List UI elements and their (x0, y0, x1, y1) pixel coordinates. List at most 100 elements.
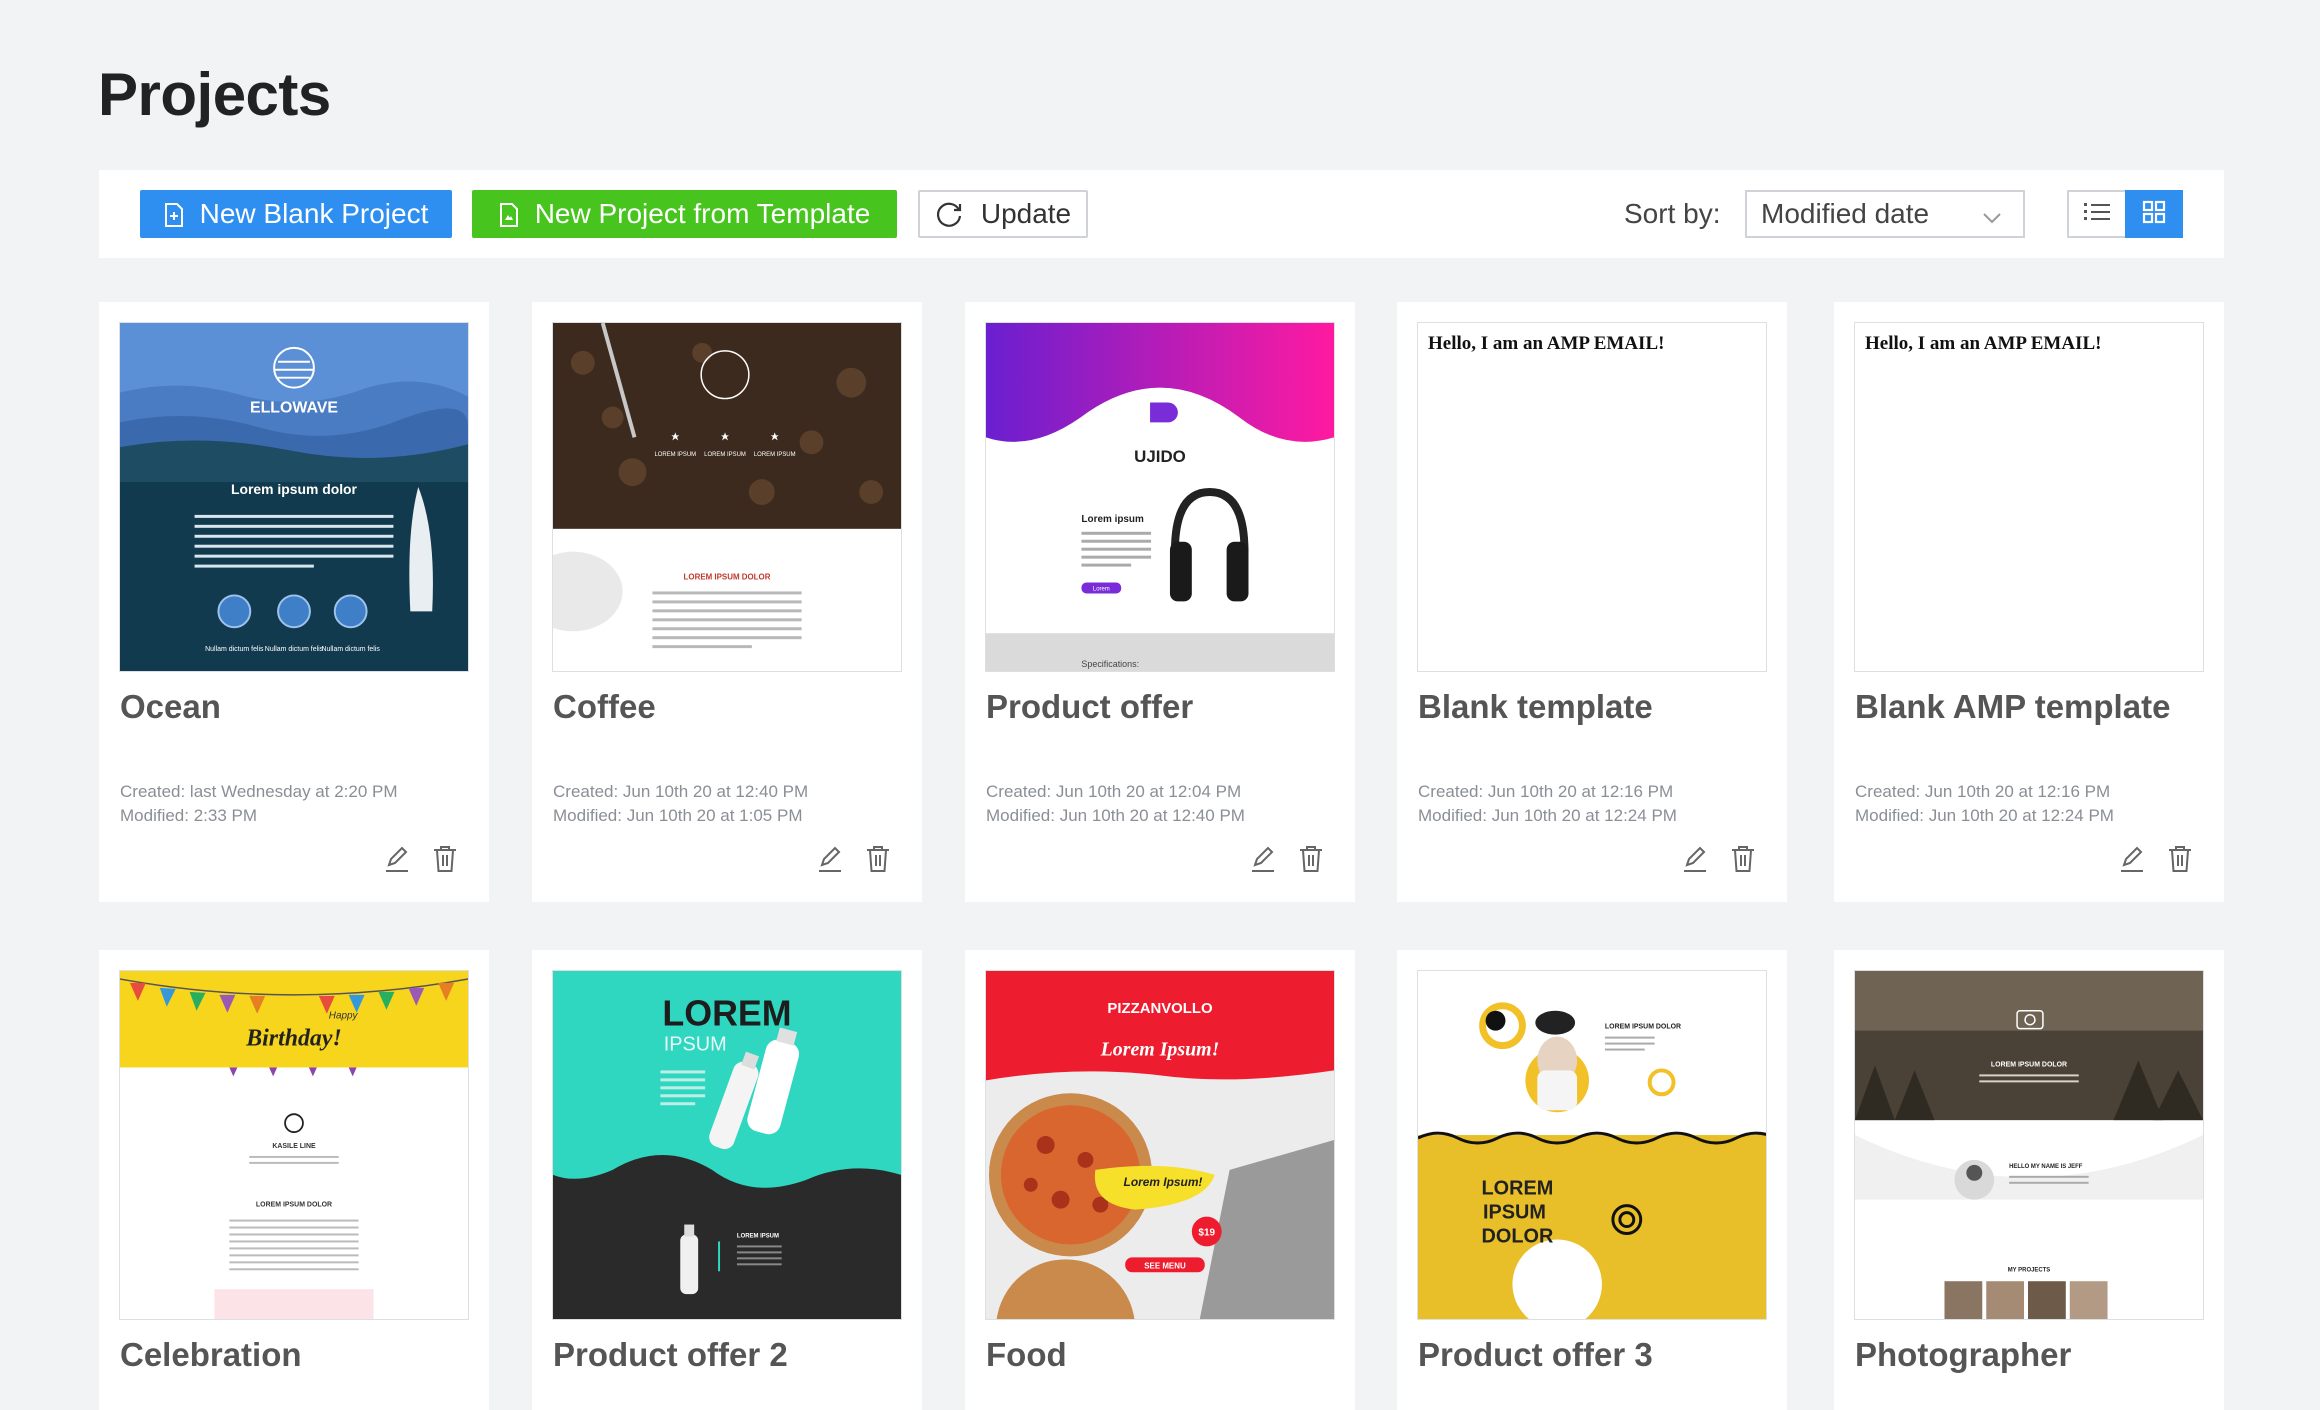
edit-icon[interactable] (1681, 844, 1709, 874)
grid-icon (2142, 200, 2166, 229)
created-date: Created: Jun 10th 20 at 12:16 PM (1855, 782, 2111, 801)
modified-date: Modified: Jun 10th 20 at 12:24 PM (1855, 806, 2114, 825)
edit-icon[interactable] (1249, 844, 1277, 874)
file-add-icon (164, 202, 184, 227)
project-card-coffee[interactable]: LOREM IPSUM LOREM IPSUM LOREM IPSUM LORE… (532, 302, 922, 902)
toolbar: New Blank Project New Project from Templ… (99, 170, 2224, 258)
project-thumbnail[interactable]: LOREM IPSUM DOLOR LOREM IPSUM DOLOR (1417, 970, 1767, 1320)
thumb-heading: Hello, I am an AMP EMAIL! (1428, 333, 1665, 354)
thumb-banner-small: Happy (329, 1011, 359, 1022)
thumb-heading: LOREM IPSUM DOLOR (684, 573, 771, 582)
sort-label: Sort by: (1624, 198, 1721, 229)
thumb-heading: LOREM (662, 994, 791, 1034)
thumb-button: Lorem (1093, 586, 1110, 592)
project-card-blank-amp-template[interactable]: Hello, I am an AMP EMAIL! Blank AMP temp… (1834, 302, 2224, 902)
modified-date: Modified: Jun 10th 20 at 1:05 PM (553, 806, 803, 825)
project-thumbnail[interactable]: Hello, I am an AMP EMAIL! (1854, 322, 2204, 672)
project-card-food[interactable]: PIZZANVOLLO Lorem Ipsum! Lorem Ipsum! $1… (965, 950, 1355, 1410)
thumb-section: MY PROJECTS (2008, 1267, 2051, 1273)
delete-icon[interactable] (1729, 844, 1757, 874)
project-card-photographer[interactable]: LOREM IPSUM DOLOR HELLO MY NAME IS JEFF … (1834, 950, 2224, 1410)
thumb-footer: LOREM IPSUM (737, 1233, 779, 1239)
thumb-brand: ELLOWAVE (250, 399, 338, 416)
update-button[interactable]: Update (918, 190, 1088, 238)
project-title[interactable]: Photographer (1855, 1336, 2071, 1374)
thumb-big: IPSUM (1483, 1202, 1546, 1224)
project-title[interactable]: Celebration (120, 1336, 302, 1374)
page-title: Projects (98, 61, 331, 128)
project-thumbnail[interactable]: ELLOWAVE Lorem ipsum dolor Nullam dictum… (119, 322, 469, 672)
chevron-down-icon (1981, 204, 2003, 226)
project-card-blank-template[interactable]: Hello, I am an AMP EMAIL! Blank template… (1397, 302, 1787, 902)
thumb-banner: Birthday! (245, 1026, 341, 1052)
project-card-ocean[interactable]: ELLOWAVE Lorem ipsum dolor Nullam dictum… (99, 302, 489, 902)
new-project-from-template-button[interactable]: New Project from Template (472, 190, 897, 238)
grid-view-button[interactable] (2125, 190, 2183, 238)
delete-icon[interactable] (2166, 844, 2194, 874)
thumb-label: LOREM IPSUM (704, 452, 746, 458)
project-thumbnail[interactable]: Happy Birthday! KASILE LINE LOREM IPSUM … (119, 970, 469, 1320)
project-title[interactable]: Blank template (1418, 688, 1653, 726)
thumb-brand: KASILE LINE (272, 1143, 316, 1150)
project-title[interactable]: Product offer 3 (1418, 1336, 1653, 1374)
edit-icon[interactable] (2118, 844, 2146, 874)
project-thumbnail[interactable]: LOREM IPSUM DOLOR HELLO MY NAME IS JEFF … (1854, 970, 2204, 1320)
delete-icon[interactable] (864, 844, 892, 874)
list-icon (2084, 201, 2110, 228)
new-blank-project-button[interactable]: New Blank Project (140, 190, 452, 238)
list-view-button[interactable] (2067, 190, 2125, 238)
project-card-celebration[interactable]: Happy Birthday! KASILE LINE LOREM IPSUM … (99, 950, 489, 1410)
thumb-intro: HELLO MY NAME IS JEFF (2009, 1164, 2083, 1170)
thumb-label: Nullam dictum felis (265, 646, 324, 653)
thumb-price: $19 (1198, 1227, 1215, 1238)
thumb-heading: LOREM IPSUM DOLOR (256, 1202, 332, 1209)
created-date: Created: Jun 10th 20 at 12:04 PM (986, 782, 1242, 801)
thumb-heading: Lorem Ipsum! (1100, 1039, 1220, 1061)
file-template-icon (499, 202, 519, 227)
project-title[interactable]: Product offer 2 (553, 1336, 788, 1374)
delete-icon[interactable] (1297, 844, 1325, 874)
edit-icon[interactable] (816, 844, 844, 874)
modified-date: Modified: Jun 10th 20 at 12:24 PM (1418, 806, 1677, 825)
thumb-footer: Specifications: (1081, 659, 1139, 669)
thumb-heading: Lorem ipsum (1081, 514, 1144, 525)
delete-icon[interactable] (431, 844, 459, 874)
thumb-brand: UJIDO (1134, 447, 1186, 466)
project-title[interactable]: Product offer (986, 688, 1193, 726)
new-blank-project-label: New Blank Project (199, 198, 429, 229)
project-card-product-offer-2[interactable]: LOREM IPSUM LOREM IPSUM Product offer 2 (532, 950, 922, 1410)
created-date: Created: Jun 10th 20 at 12:40 PM (553, 782, 809, 801)
project-thumbnail[interactable]: Hello, I am an AMP EMAIL! (1417, 322, 1767, 672)
modified-date: Modified: 2:33 PM (120, 806, 258, 825)
edit-icon[interactable] (383, 844, 411, 874)
project-thumbnail[interactable]: PIZZANVOLLO Lorem Ipsum! Lorem Ipsum! $1… (985, 970, 1335, 1320)
thumb-brand: PIZZANVOLLO (1107, 1001, 1212, 1017)
refresh-icon (935, 200, 963, 228)
update-label: Update (980, 198, 1072, 229)
thumb-label: Nullam dictum felis (205, 646, 264, 653)
project-card-product-offer[interactable]: UJIDO Lorem ipsum Lorem Specifications: … (965, 302, 1355, 902)
created-date: Created: Jun 10th 20 at 12:16 PM (1418, 782, 1674, 801)
thumb-label: LOREM IPSUM (654, 452, 696, 458)
thumb-heading: LOREM IPSUM DOLOR (1991, 1061, 2067, 1068)
thumb-callout: Lorem Ipsum! (1124, 1175, 1203, 1189)
thumb-heading: Hello, I am an AMP EMAIL! (1865, 333, 2102, 354)
thumb-big: DOLOR (1482, 1225, 1554, 1247)
modified-date: Modified: Jun 10th 20 at 12:40 PM (986, 806, 1245, 825)
project-thumbnail[interactable]: UJIDO Lorem ipsum Lorem Specifications: (985, 322, 1335, 672)
thumb-subheading: IPSUM (664, 1034, 727, 1056)
project-title[interactable]: Blank AMP template (1855, 688, 2170, 726)
project-card-product-offer-3[interactable]: LOREM IPSUM DOLOR LOREM IPSUM DOLOR Prod… (1397, 950, 1787, 1410)
project-title[interactable]: Food (986, 1336, 1067, 1374)
sort-select[interactable]: Modified date (1745, 190, 2025, 238)
thumb-big: LOREM (1482, 1178, 1554, 1200)
thumb-heading: Lorem ipsum dolor (231, 481, 358, 497)
project-title[interactable]: Coffee (553, 688, 656, 726)
project-thumbnail[interactable]: LOREM IPSUM LOREM IPSUM LOREM IPSUM LORE… (552, 322, 902, 672)
project-thumbnail[interactable]: LOREM IPSUM LOREM IPSUM (552, 970, 902, 1320)
view-toggle (2067, 190, 2184, 238)
thumb-heading: LOREM IPSUM DOLOR (1605, 1024, 1681, 1031)
project-title[interactable]: Ocean (120, 688, 221, 726)
sort-value: Modified date (1761, 198, 1930, 229)
thumb-button: SEE MENU (1144, 1261, 1186, 1270)
